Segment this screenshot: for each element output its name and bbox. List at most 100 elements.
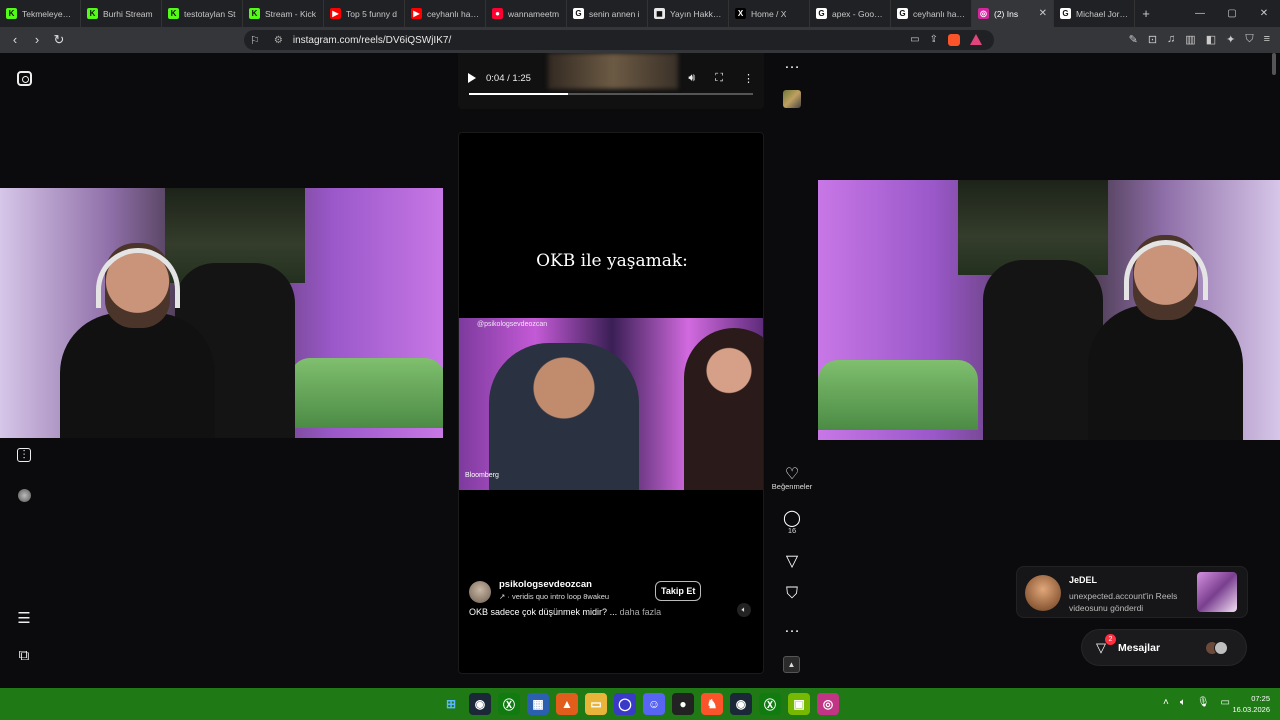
obs-icon[interactable]: ● (672, 693, 694, 715)
profile-avatar-icon[interactable] (14, 485, 34, 505)
brave-rewards-icon[interactable] (970, 34, 982, 45)
back-icon[interactable]: ‹ (9, 32, 21, 48)
browser-tab[interactable]: ▶ ceyhanlı haka (405, 0, 486, 27)
tray-expand-icon[interactable]: ˄ (1163, 697, 1169, 708)
browser-tab[interactable]: ● wannameetm (486, 0, 567, 27)
url-bar[interactable]: ⚐ ⚙ instagram.com/reels/DV6iQSWjIK7/ ▭ ⇪ (244, 30, 994, 50)
kick-icon: K (249, 8, 260, 19)
scroll-up-icon[interactable]: ▲ (783, 656, 800, 673)
store-icon[interactable]: ▦ (527, 693, 549, 715)
nvidia-icon[interactable]: ▣ (788, 693, 810, 715)
message-avatars (1205, 640, 1228, 655)
browser-tab[interactable]: Gapex - Google (810, 0, 891, 27)
video-progress-fill (469, 93, 569, 95)
messages-button[interactable]: ▽ 2 Mesajlar (1081, 629, 1247, 666)
brave-browser-icon[interactable]: ♞ (701, 693, 723, 715)
browser-tab[interactable]: ◎ (2) Ins ✕ (972, 0, 1054, 27)
menu-icon[interactable]: ≡ (1264, 33, 1270, 46)
instagram-app-icon[interactable]: ◎ (817, 693, 839, 715)
ai-icon[interactable]: ✦ (1226, 33, 1235, 46)
caption-more-link[interactable]: daha fazla (620, 607, 662, 617)
play-icon[interactable] (468, 73, 476, 83)
url-text[interactable]: instagram.com/reels/DV6iQSWjIK7/ (293, 35, 451, 46)
scrollbar[interactable] (1272, 53, 1276, 75)
browser-tab[interactable]: ◼ Yayın Hakkını (648, 0, 729, 27)
close-tab-icon[interactable]: ✕ (1039, 8, 1047, 19)
prev-reel-audio-thumb[interactable] (783, 90, 801, 108)
microphone-icon[interactable]: 🎙︎ (1197, 697, 1210, 708)
browser-tab[interactable]: K TekmeleyeJan (0, 0, 81, 27)
os-taskbar: ⊞ ◉ Ⓧ ▦ ▲ ▭ ◯ ☺ ● ♞ ◉ Ⓧ ▣ ◎ ˄ 🔈︎ 🎙︎ ▭ 07… (0, 688, 1280, 720)
brave-shields-icon[interactable] (948, 34, 960, 46)
maximize-button[interactable]: ▢ (1216, 8, 1248, 19)
reel-more-button[interactable]: … (768, 619, 816, 637)
clip-watermark-handle: @psikologsevdeozcan (477, 321, 548, 328)
fullscreen-icon[interactable]: ⛶ (715, 72, 723, 85)
file-explorer-icon[interactable]: ▭ (585, 693, 607, 715)
taskbar-clock[interactable]: 07:25 16.03.2026 (1232, 693, 1270, 715)
cast-icon[interactable]: ▭ (910, 34, 919, 46)
wallet-icon[interactable]: ◧ (1206, 33, 1216, 46)
xbox-icon[interactable]: Ⓧ (498, 693, 520, 715)
mute-toggle-icon[interactable]: 🔈︎ (737, 603, 751, 617)
extensions-icon[interactable]: ✎ (1129, 33, 1138, 46)
forward-icon[interactable]: › (31, 32, 43, 48)
steam-alt-icon[interactable]: ◉ (730, 693, 752, 715)
also-from-meta-icon[interactable]: ⧉ (14, 645, 34, 665)
follow-button[interactable]: Takip Et (655, 581, 702, 601)
windows-start-icon[interactable]: ⊞ (440, 693, 462, 715)
browser-tab[interactable]: ▶ Top 5 funny d (324, 0, 405, 27)
discord-icon[interactable]: ☺ (643, 693, 665, 715)
speaker-icon[interactable]: 🔈︎ (1180, 697, 1186, 708)
video-controls: 0:04 / 1:25 🔊︎ ⛶ ⋮ (468, 70, 754, 86)
page-icon: ◼ (654, 8, 665, 19)
apex-launcher-icon[interactable]: ▲ (556, 693, 578, 715)
sender-avatar (1025, 575, 1061, 611)
browser-tab[interactable]: G Michael Jorda (1054, 0, 1135, 27)
site-info-icon[interactable]: ⚙ (274, 35, 283, 46)
video-options-icon[interactable]: ⋮ (743, 72, 754, 85)
steam-icon[interactable]: ◉ (469, 693, 491, 715)
browser-tab[interactable]: K Stream - Kick (243, 0, 324, 27)
google-icon: G (573, 8, 584, 19)
sidebar-icon[interactable]: ▥ (1185, 33, 1195, 46)
more-menu-icon[interactable]: ☰ (14, 608, 34, 628)
minimize-button[interactable]: — (1184, 8, 1216, 19)
network-icon[interactable]: ▭ (1221, 697, 1230, 708)
clock-time: 07:25 (1251, 694, 1270, 703)
browser-tab[interactable]: Ktestotaylan St (162, 0, 243, 27)
xbox-alt-icon[interactable]: Ⓧ (759, 693, 781, 715)
browser-tab[interactable]: Gsenin annen i (567, 0, 648, 27)
vpn-icon[interactable]: ⛉ (1245, 33, 1253, 46)
author-avatar[interactable] (469, 581, 491, 603)
browser-tab[interactable]: X Home / X (729, 0, 810, 27)
tab-label: Home / X (751, 8, 787, 19)
kick-icon: K (168, 8, 179, 19)
previous-reel-player[interactable]: 0:04 / 1:25 🔊︎ ⛶ ⋮ (458, 53, 764, 109)
author-name[interactable]: psikologsevdeozcan (499, 579, 592, 590)
like-button[interactable]: ♡ Beğenmeler (768, 464, 816, 491)
save-button[interactable]: ⛉ (768, 585, 816, 603)
share-icon[interactable]: ⇪ (930, 34, 938, 46)
share-button[interactable]: ▽ (768, 551, 816, 570)
reload-icon[interactable]: ↻ (53, 32, 65, 48)
clip-broadcaster-logo: Bloomberg (465, 472, 499, 479)
volume-icon[interactable]: 🔊︎ (688, 72, 695, 85)
close-window-button[interactable]: ✕ (1248, 8, 1280, 19)
screenshot-icon[interactable]: ⊡ (1148, 33, 1157, 46)
instagram-logo-icon[interactable] (14, 68, 34, 88)
current-reel[interactable]: OKB ile yaşamak: @psikologsevdeozcan Blo… (458, 132, 764, 674)
dm-notification-toast[interactable]: JeDEL unexpected.account'in Reels videos… (1016, 566, 1248, 618)
circle-app-icon[interactable]: ◯ (614, 693, 636, 715)
music-icon[interactable]: ♫ (1167, 33, 1175, 46)
new-tab-button[interactable]: + (1135, 6, 1157, 21)
reel-audio-info[interactable]: ↗ · veridis quo intro loop 8wakeu (499, 592, 609, 601)
comment-button[interactable]: ◯ 16 (768, 508, 816, 535)
prev-reel-more-icon[interactable]: … (768, 55, 816, 73)
browser-tab[interactable]: Gceyhanlı haka (891, 0, 972, 27)
browser-tab[interactable]: K Burhi Stream (81, 0, 162, 27)
video-progress-bar[interactable] (469, 93, 753, 95)
system-tray: ˄ 🔈︎ 🎙︎ ▭ (1163, 697, 1230, 708)
bookmark-icon[interactable]: ⚐ (250, 34, 260, 47)
insights-icon[interactable]: ⫶ (17, 448, 31, 462)
